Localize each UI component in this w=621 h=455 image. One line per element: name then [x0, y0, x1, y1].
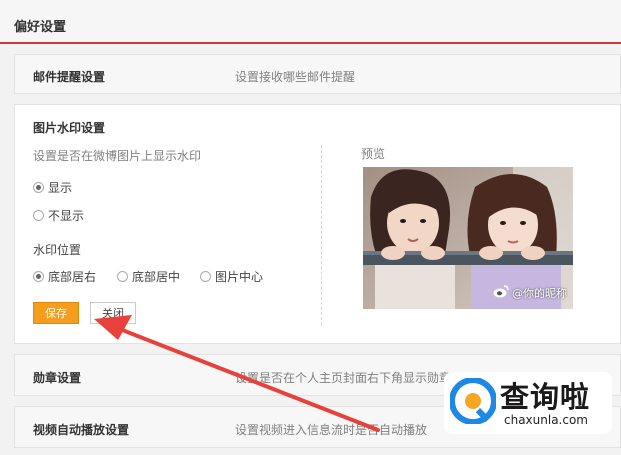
- radio-dot[interactable]: [200, 271, 211, 282]
- watermark-settings-desc: 设置是否在微博图片上显示水印: [33, 149, 202, 163]
- radio-dot-checked[interactable]: [33, 182, 44, 193]
- radio-bottom-center[interactable]: 底部居中: [117, 268, 180, 285]
- logo-main-text: 查询啦: [500, 380, 591, 414]
- logo-sub-text: chaxunla.com: [504, 413, 588, 427]
- watermark-settings-panel: 图片水印设置 设置是否在微博图片上显示水印 显示 不显示 水印位置 底部居右 底…: [14, 104, 621, 344]
- radio-bottom-right-label: 底部居右: [48, 270, 97, 284]
- radio-dot[interactable]: [33, 210, 44, 221]
- weibo-icon: [493, 285, 509, 301]
- radio-hide-label: 不显示: [48, 209, 85, 223]
- radio-image-center[interactable]: 图片中心: [200, 268, 263, 285]
- preview-label: 预览: [361, 147, 386, 161]
- radio-show-watermark[interactable]: 显示: [33, 179, 72, 196]
- radio-show-label: 显示: [48, 181, 73, 195]
- page-header: 偏好设置: [0, 0, 621, 44]
- watermark-settings-title: 图片水印设置: [33, 121, 106, 135]
- save-button[interactable]: 保存: [33, 302, 79, 324]
- preview-watermark-text: @你的昵称: [512, 287, 567, 300]
- logo-search-icon: [450, 378, 496, 424]
- radio-hide-watermark[interactable]: 不显示: [33, 207, 84, 224]
- mail-settings-row[interactable]: 邮件提醒设置 设置接收哪些邮件提醒: [14, 54, 621, 94]
- panel-divider: [321, 145, 322, 325]
- page-title: 偏好设置: [14, 20, 67, 35]
- radio-bottom-center-label: 底部居中: [132, 270, 181, 284]
- medal-settings-desc: 设置是否在个人主页封面右下角显示勋章: [235, 371, 452, 385]
- mail-settings-label: 邮件提醒设置: [33, 70, 106, 84]
- medal-settings-label: 勋章设置: [33, 371, 82, 385]
- radio-dot-checked[interactable]: [33, 271, 44, 282]
- radio-bottom-right[interactable]: 底部居右: [33, 268, 96, 285]
- mail-settings-desc: 设置接收哪些邮件提醒: [235, 70, 356, 84]
- video-autoplay-label: 视频自动播放设置: [33, 423, 130, 437]
- watermark-preview-image: @你的昵称: [363, 167, 573, 309]
- radio-image-center-label: 图片中心: [215, 270, 264, 284]
- video-autoplay-desc: 设置视频进入信息流时是否自动播放: [235, 423, 428, 437]
- watermark-position-label: 水印位置: [33, 243, 82, 257]
- preview-watermark: @你的昵称: [493, 285, 567, 301]
- radio-dot[interactable]: [117, 271, 128, 282]
- close-button[interactable]: 关闭: [90, 302, 136, 324]
- chaxunla-logo: 查询啦 chaxunla.com: [444, 372, 612, 434]
